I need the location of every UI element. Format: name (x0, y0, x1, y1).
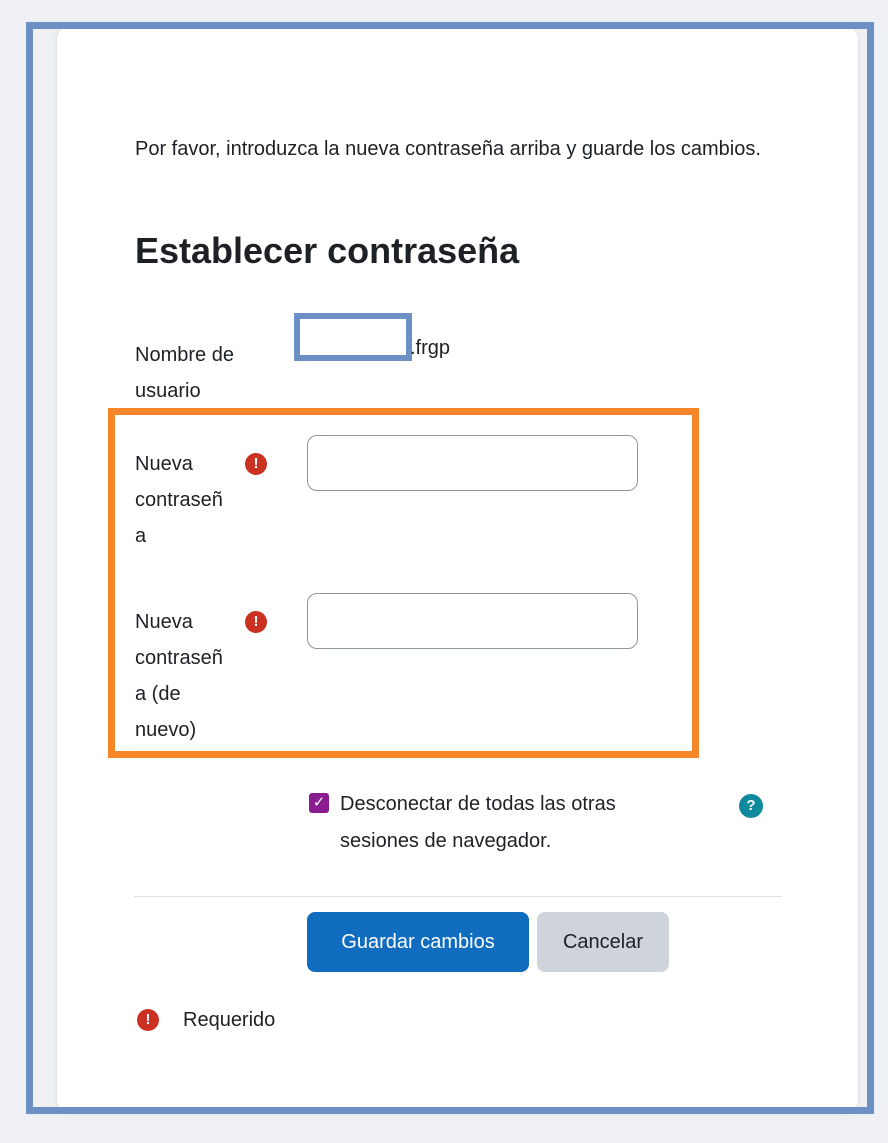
required-note: Requerido (183, 1009, 276, 1031)
new-password-input[interactable] (307, 435, 638, 491)
help-icon[interactable]: ? (739, 794, 763, 818)
username-label-line1: Nombre de (135, 344, 234, 366)
logout-sessions-label[interactable]: Desconectar de todas las otras sesiones … (340, 786, 700, 860)
username-value: .frgp (410, 337, 451, 359)
required-icon: ! (245, 453, 267, 475)
username-label: Nombre de usuario (135, 337, 245, 409)
cancel-button[interactable]: Cancelar (537, 912, 669, 972)
intro-text: Por favor, introduzca la nueva contraseñ… (135, 138, 761, 160)
page-title: Establecer contraseña (135, 230, 520, 271)
required-icon: ! (137, 1009, 159, 1031)
new-password-label-line1: Nueva (135, 453, 193, 475)
username-redaction-box (294, 313, 412, 361)
logout-sessions-label-line2: sesiones de navegador. (340, 830, 552, 852)
new-password-label-line3: a (135, 525, 147, 547)
logout-sessions-label-line1: Desconectar de todas las otras (340, 793, 616, 815)
new-password-again-label-line3: a (de (135, 683, 181, 705)
save-changes-button[interactable]: Guardar cambios (307, 912, 529, 972)
new-password-again-label-line1: Nueva (135, 611, 193, 633)
form-divider (134, 896, 782, 897)
new-password-label-line2: contraseñ (135, 489, 223, 511)
new-password-label: Nueva contraseñ a (135, 446, 245, 554)
new-password-again-label: Nueva contraseñ a (de nuevo) (135, 604, 245, 748)
checkmark-icon: ✓ (312, 794, 326, 811)
new-password-again-label-line2: contraseñ (135, 647, 223, 669)
new-password-again-input[interactable] (307, 593, 638, 649)
username-label-line2: usuario (135, 380, 201, 402)
logout-sessions-checkbox[interactable]: ✓ (309, 793, 329, 813)
new-password-again-label-line4: nuevo) (135, 719, 197, 741)
required-icon: ! (245, 611, 267, 633)
